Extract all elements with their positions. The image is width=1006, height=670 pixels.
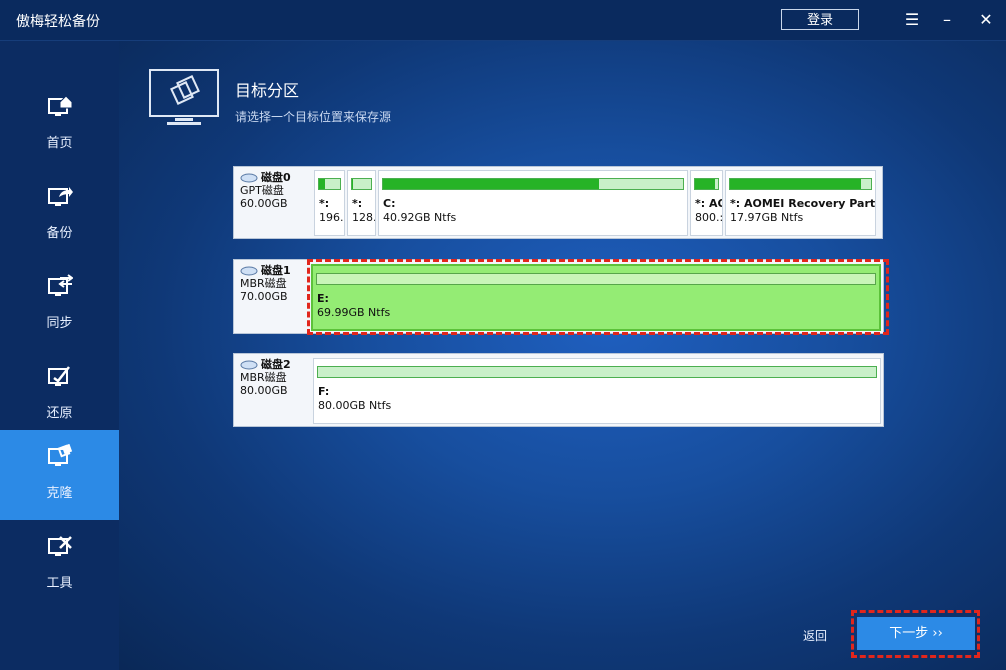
partition-item[interactable]: *: 196.	[314, 170, 345, 236]
partition-size: 196.	[319, 211, 344, 224]
minimize-icon[interactable]: –	[937, 10, 957, 30]
partition-usage-fill	[383, 179, 599, 189]
disk-info: 磁盘0 GPT磁盘 60.00GB	[240, 171, 308, 210]
partition-label: *: AOMEI Recovery Partit	[730, 197, 876, 210]
partition-label: *: AO	[695, 197, 722, 210]
title-bar: 傲梅轻松备份 登录 ☰ – ✕	[0, 0, 1006, 41]
partition-item[interactable]: *: 128.	[347, 170, 376, 236]
partition-item[interactable]: *: AO 800.:	[690, 170, 723, 236]
partition-size: 17.97GB Ntfs	[730, 211, 804, 224]
monitor-clone-icon	[149, 69, 219, 125]
disk-type: MBR磁盘	[240, 277, 287, 290]
disk-0-panel: 磁盘0 GPT磁盘 60.00GB *: 196. *: 128. C: 40.…	[233, 166, 883, 239]
partition-size: 800.:	[695, 211, 723, 224]
partition-size: 80.00GB Ntfs	[318, 399, 392, 412]
partition-usage-fill	[695, 179, 715, 189]
partition-item-selected[interactable]: E: 69.99GB Ntfs	[311, 264, 881, 331]
disk-name: 磁盘1	[261, 264, 291, 277]
sidebar-item-clone[interactable]: 克隆	[0, 430, 119, 520]
sidebar-item-backup[interactable]: 备份	[0, 170, 119, 260]
partition-label: *:	[319, 197, 330, 210]
disk-type: MBR磁盘	[240, 371, 287, 384]
close-icon[interactable]: ✕	[976, 10, 996, 30]
partition-item[interactable]: F: 80.00GB Ntfs	[313, 358, 881, 424]
clone-icon	[48, 444, 73, 466]
sidebar-item-tools[interactable]: 工具	[0, 520, 119, 610]
next-button[interactable]: 下一步 ››	[857, 617, 975, 650]
disk-icon	[240, 360, 258, 369]
partition-item[interactable]: *: AOMEI Recovery Partit 17.97GB Ntfs	[725, 170, 876, 236]
disk-icon	[240, 173, 258, 182]
sidebar-item-label: 首页	[46, 136, 73, 151]
back-button[interactable]: 返回	[803, 627, 827, 644]
menu-icon[interactable]: ☰	[902, 10, 922, 30]
partition-usage-fill	[730, 179, 862, 189]
sidebar-item-label: 工具	[46, 576, 73, 591]
sync-icon	[48, 274, 73, 296]
disk-name: 磁盘0	[261, 171, 291, 184]
partition-label: E:	[317, 292, 329, 305]
disk-size: 70.00GB	[240, 290, 288, 303]
partition-size: 40.92GB Ntfs	[383, 211, 457, 224]
partition-size: 128.	[352, 211, 376, 224]
partition-label: C:	[383, 197, 396, 210]
disk-info: 磁盘1 MBR磁盘 70.00GB	[240, 264, 308, 303]
disk-size: 80.00GB	[240, 384, 288, 397]
disk-icon	[240, 266, 258, 275]
sidebar: 首页 备份 同步 还原 克隆 工具	[0, 41, 119, 670]
sidebar-item-sync[interactable]: 同步	[0, 260, 119, 350]
sidebar-item-label: 还原	[46, 406, 73, 421]
partition-usage-fill	[352, 179, 353, 189]
home-icon	[48, 95, 73, 116]
disk-1-panel: 磁盘1 MBR磁盘 70.00GB E: 69.99GB Ntfs	[233, 259, 884, 334]
disk-type: GPT磁盘	[240, 184, 284, 197]
disk-2-panel: 磁盘2 MBR磁盘 80.00GB F: 80.00GB Ntfs	[233, 353, 884, 427]
partition-item[interactable]: C: 40.92GB Ntfs	[378, 170, 688, 236]
sidebar-item-label: 备份	[46, 226, 73, 241]
page-title: 目标分区	[235, 81, 300, 100]
page-subtitle: 请选择一个目标位置来保存源	[235, 110, 392, 124]
partition-usage-fill	[319, 179, 326, 189]
disk-name: 磁盘2	[261, 358, 291, 371]
sidebar-item-label: 克隆	[46, 486, 73, 501]
partition-size: 69.99GB Ntfs	[317, 306, 391, 319]
sidebar-item-home[interactable]: 首页	[0, 80, 119, 170]
restore-icon	[48, 366, 70, 386]
main-panel: 目标分区 请选择一个目标位置来保存源 磁盘0 GPT磁盘 60.00GB *: …	[119, 41, 1006, 670]
login-button[interactable]: 登录	[781, 9, 859, 30]
backup-icon	[48, 187, 73, 206]
sidebar-item-restore[interactable]: 还原	[0, 350, 119, 440]
sidebar-item-label: 同步	[46, 316, 73, 331]
tools-icon	[48, 536, 72, 556]
app-title: 傲梅轻松备份	[16, 14, 100, 30]
partition-label: *:	[352, 197, 363, 210]
disk-info: 磁盘2 MBR磁盘 80.00GB	[240, 358, 308, 397]
disk-size: 60.00GB	[240, 197, 288, 210]
partition-label: F:	[318, 385, 330, 398]
